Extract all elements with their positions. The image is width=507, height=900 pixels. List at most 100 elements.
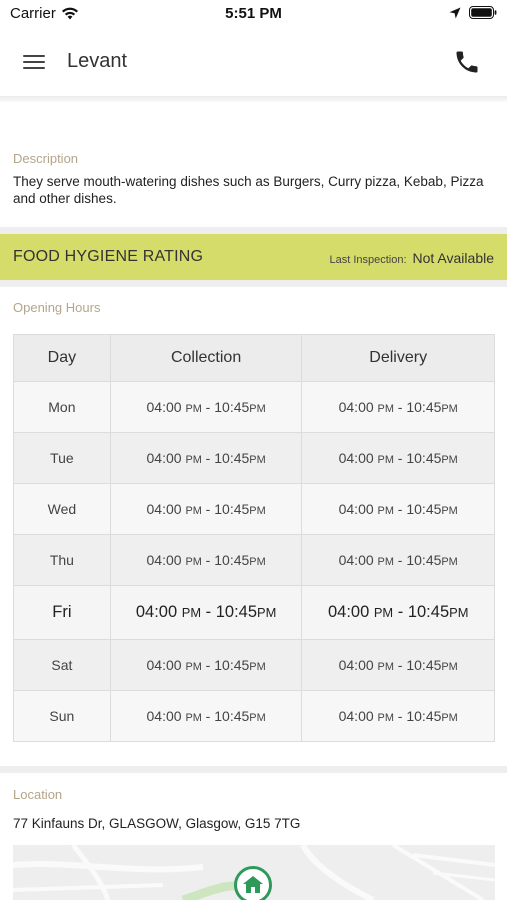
delivery-hours-cell: 04:00 PM - 10:45PM (301, 585, 495, 640)
close-time: 10:45 (214, 708, 250, 724)
open-time: 04:00 (146, 552, 182, 568)
description-label: Description (13, 151, 79, 166)
close-ampm: PM (249, 661, 266, 673)
call-button[interactable] (453, 48, 481, 76)
day-cell: Tue (13, 432, 111, 484)
open-time: 04:00 (338, 552, 374, 568)
opening-hours-table: Day Collection Delivery Mon 04:00 PM - 10… (13, 334, 495, 742)
table-row: Fri 04:00 PM - 10:45PM 04:00 PM - 10:45PM (13, 585, 495, 640)
open-time: 04:00 (338, 399, 374, 415)
day-cell: Fri (13, 585, 111, 640)
map-marker[interactable] (234, 866, 272, 900)
open-time: 04:00 (338, 657, 374, 673)
close-time: 10:45 (406, 501, 442, 517)
time-separator: - (393, 657, 407, 673)
open-time: 04:00 (146, 399, 182, 415)
table-row: Wed 04:00 PM - 10:45PM 04:00 PM - 10:45PM (13, 483, 495, 535)
open-time: 04:00 (146, 450, 182, 466)
close-ampm: PM (449, 605, 469, 620)
delivery-hours-cell: 04:00 PM - 10:45PM (301, 639, 495, 691)
close-time: 10:45 (214, 399, 250, 415)
close-ampm: PM (249, 505, 266, 517)
open-ampm: PM (181, 605, 202, 620)
close-ampm: PM (257, 605, 277, 620)
time-separator: - (201, 450, 215, 466)
open-ampm: PM (377, 454, 394, 466)
location-label: Location (13, 787, 63, 802)
day-cell: Mon (13, 381, 111, 433)
status-right-icons (449, 6, 497, 19)
description-text: They serve mouth-watering dishes such as… (13, 174, 484, 206)
table-header-row: Day Collection Delivery (13, 334, 495, 382)
time-separator: - (393, 708, 407, 724)
last-inspection-value: Not Available (412, 250, 494, 266)
close-ampm: PM (441, 454, 458, 466)
close-time: 10:45 (406, 552, 442, 568)
delivery-hours-cell: 04:00 PM - 10:45PM (301, 534, 495, 586)
table-row: Mon 04:00 PM - 10:45PM 04:00 PM - 10:45PM (13, 381, 495, 433)
close-time: 10:45 (214, 501, 250, 517)
time-separator: - (201, 552, 215, 568)
menu-button[interactable] (18, 48, 50, 76)
time-separator: - (393, 399, 407, 415)
close-ampm: PM (249, 403, 266, 415)
close-time: 10:45 (407, 603, 450, 621)
close-time: 10:45 (406, 450, 442, 466)
column-header-collection: Collection (109, 334, 303, 382)
status-bar: Carrier 5:51 PM (0, 0, 507, 28)
collection-hours-cell: 04:00 PM - 10:45PM (109, 483, 303, 535)
collection-hours-cell: 04:00 PM - 10:45PM (109, 432, 303, 484)
location-arrow-icon (449, 7, 461, 18)
open-time: 04:00 (135, 603, 178, 621)
open-ampm: PM (377, 661, 394, 673)
collection-hours-cell: 04:00 PM - 10:45PM (109, 690, 303, 742)
close-ampm: PM (249, 454, 266, 466)
location-map[interactable] (13, 845, 495, 900)
time-separator: - (393, 552, 407, 568)
hygiene-inspection: Last Inspection: Not Available (329, 250, 494, 266)
section-divider (0, 280, 507, 287)
close-time: 10:45 (214, 552, 250, 568)
delivery-hours-cell: 04:00 PM - 10:45PM (301, 432, 495, 484)
nav-divider (0, 96, 507, 102)
open-time: 04:00 (338, 450, 374, 466)
collection-hours-cell: 04:00 PM - 10:45PM (109, 381, 303, 433)
time-separator: - (393, 603, 408, 621)
open-ampm: PM (377, 556, 394, 568)
close-time: 10:45 (406, 657, 442, 673)
delivery-hours-cell: 04:00 PM - 10:45PM (301, 381, 495, 433)
table-row: Tue 04:00 PM - 10:45PM 04:00 PM - 10:45PM (13, 432, 495, 484)
page-title: Levant (67, 50, 128, 72)
close-ampm: PM (249, 712, 266, 724)
column-header-delivery: Delivery (301, 334, 495, 382)
battery-icon (469, 6, 497, 19)
table-row: Sun 04:00 PM - 10:45PM 04:00 PM - 10:45PM (13, 690, 495, 742)
collection-hours-cell: 04:00 PM - 10:45PM (109, 585, 303, 640)
open-ampm: PM (185, 403, 202, 415)
close-ampm: PM (441, 403, 458, 415)
open-ampm: PM (377, 712, 394, 724)
time-separator: - (201, 603, 216, 621)
day-cell: Sun (13, 690, 111, 742)
delivery-hours-cell: 04:00 PM - 10:45PM (301, 483, 495, 535)
hygiene-title: FOOD HYGIENE RATING (13, 248, 204, 265)
collection-hours-cell: 04:00 PM - 10:45PM (109, 534, 303, 586)
time-separator: - (201, 399, 215, 415)
home-marker-icon (243, 876, 263, 893)
close-time: 10:45 (214, 657, 250, 673)
open-time: 04:00 (327, 603, 370, 621)
time-separator: - (393, 501, 407, 517)
open-ampm: PM (377, 505, 394, 517)
time-separator: - (201, 657, 215, 673)
close-time: 10:45 (215, 603, 258, 621)
status-time: 5:51 PM (225, 5, 282, 22)
day-cell: Wed (13, 483, 111, 535)
column-header-day: Day (13, 334, 111, 382)
day-cell: Thu (13, 534, 111, 586)
open-ampm: PM (185, 505, 202, 517)
table-row: Sat 04:00 PM - 10:45PM 04:00 PM - 10:45PM (13, 639, 495, 691)
hygiene-rating-banner: FOOD HYGIENE RATING Last Inspection: Not… (0, 234, 507, 280)
close-ampm: PM (441, 712, 458, 724)
section-divider (0, 766, 507, 773)
open-time: 04:00 (338, 501, 374, 517)
